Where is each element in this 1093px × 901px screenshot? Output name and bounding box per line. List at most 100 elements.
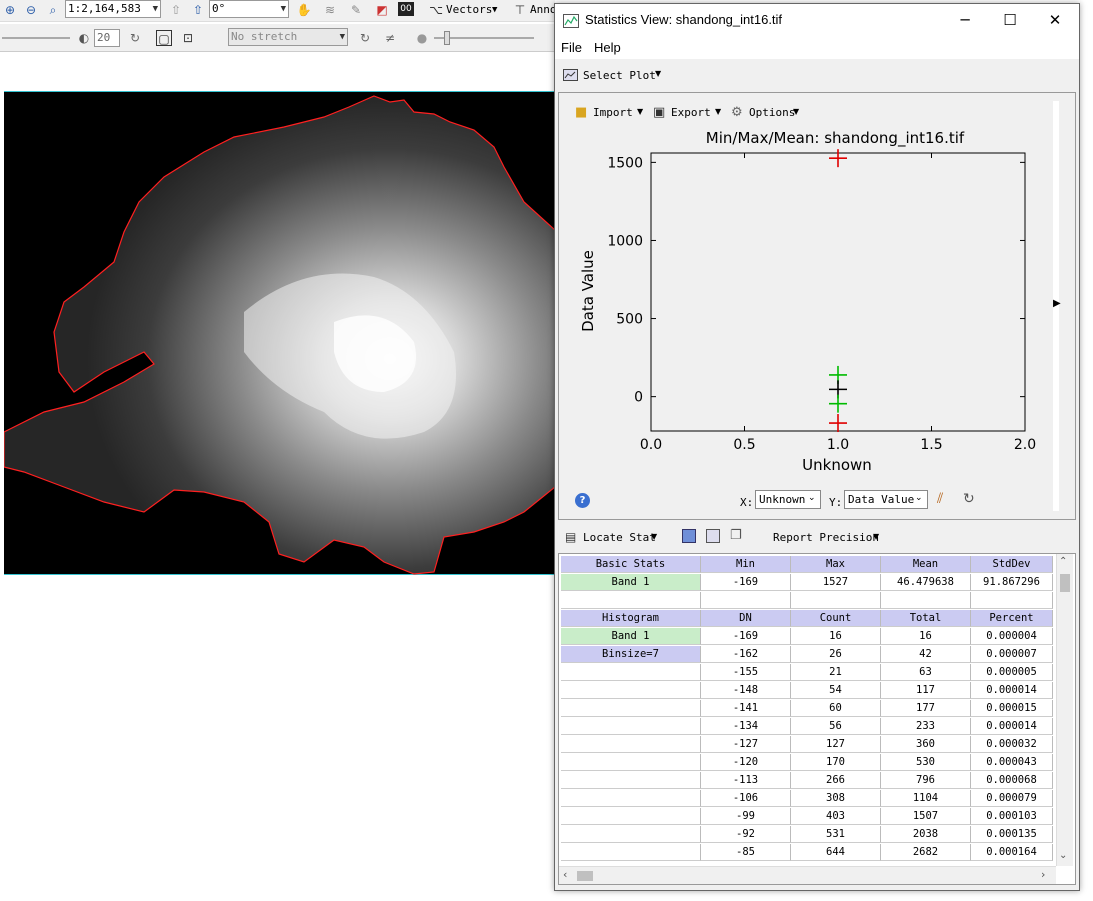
vectors-icon[interactable]: ⌥ <box>428 2 444 18</box>
binsize-label: Binsize=7 <box>561 646 701 663</box>
total-value: 530 <box>881 754 971 771</box>
scroll-left-icon[interactable]: ‹ <box>563 868 567 881</box>
menu-help[interactable]: Help <box>594 40 621 55</box>
rotation-combo[interactable]: 0° ▼ <box>209 0 289 18</box>
fly-icon[interactable]: ≋ <box>322 2 338 18</box>
image-display[interactable] <box>3 91 556 575</box>
percent-value: 0.000005 <box>971 664 1053 681</box>
zoom-out-icon[interactable]: ⊖ <box>23 2 39 18</box>
plot-icon <box>563 69 578 81</box>
brightness-slider[interactable] <box>2 37 70 39</box>
row-label <box>561 718 701 735</box>
x-axis-label: Unknown <box>802 456 872 474</box>
count-value: 403 <box>791 808 881 825</box>
percent-value: 0.000164 <box>971 844 1053 861</box>
refresh-icon[interactable]: ↻ <box>127 30 143 46</box>
help-icon[interactable]: ? <box>575 493 590 508</box>
scroll-right-icon[interactable]: › <box>1041 868 1045 881</box>
maximize-button[interactable]: ☐ <box>988 8 1032 32</box>
total-value: 42 <box>881 646 971 663</box>
empty-cell <box>701 592 791 609</box>
view-single-icon[interactable] <box>682 529 696 543</box>
roi-icon[interactable]: ◩ <box>374 2 390 18</box>
expand-arrow-icon[interactable]: ▶ <box>1053 298 1061 309</box>
rotate-left-icon[interactable]: ⇧ <box>168 2 184 18</box>
row-label <box>561 844 701 861</box>
minimize-button[interactable]: ─ <box>943 8 987 32</box>
total-value: 1104 <box>881 790 971 807</box>
close-button[interactable]: ✕ <box>1033 8 1077 32</box>
title-bar[interactable]: Statistics View: shandong_int16.tif ─ ☐ … <box>555 4 1079 37</box>
horizontal-scrollbar[interactable]: ‹ › <box>559 866 1056 884</box>
count-value: 266 <box>791 772 881 789</box>
dem-image <box>3 95 556 575</box>
vectors-menu[interactable]: Vectors <box>446 2 492 18</box>
scroll-down-icon[interactable]: ⌄ <box>1059 850 1067 861</box>
copy-icon[interactable]: ❐ <box>730 528 742 543</box>
rotate-right-icon[interactable]: ⇧ <box>190 2 206 18</box>
y-tick-label: 1000 <box>607 233 643 249</box>
percent-value: 0.000004 <box>971 628 1053 645</box>
annotations-menu[interactable]: Anno <box>530 2 557 18</box>
chevron-down-icon: ▼ <box>655 69 662 78</box>
refresh-icon[interactable]: ↻ <box>963 491 975 507</box>
secondary-toolbar: ◐ 20 ↻ ▢ ⊡ No stretch ▼ ↻ ≠ ● <box>0 24 555 52</box>
histogram-header: Count <box>791 610 881 627</box>
annotations-icon[interactable]: ⊤ <box>512 2 528 18</box>
histogram-header: Percent <box>971 610 1053 627</box>
band-label: Band 1 <box>561 574 701 591</box>
select-plot-label: Select Plot <box>583 69 656 82</box>
dn-value: -113 <box>701 772 791 789</box>
empty-cell <box>881 592 971 609</box>
count-value: 54 <box>791 682 881 699</box>
contrast-icon[interactable]: ◐ <box>76 30 92 46</box>
pan-icon[interactable]: ✋ <box>296 2 312 18</box>
count-value: 644 <box>791 844 881 861</box>
slider-thumb[interactable] <box>444 31 450 45</box>
total-value: 16 <box>881 628 971 645</box>
dn-value: -92 <box>701 826 791 843</box>
percent-value: 0.000103 <box>971 808 1053 825</box>
transparency-icon[interactable]: ● <box>414 30 430 46</box>
vertical-scrollbar[interactable]: ⌃ ⌄ <box>1056 554 1073 866</box>
scatter-plot[interactable]: Min/Max/Mean: shandong_int16.tif 0.0 0.5 1… <box>559 93 1049 483</box>
chevron-down-icon: ▼ <box>152 4 158 14</box>
data-point <box>829 394 847 413</box>
fit-icon[interactable]: ⊡ <box>180 30 196 46</box>
x-axis-select[interactable]: Unknown ⌄ <box>755 490 821 509</box>
total-value: 1507 <box>881 808 971 825</box>
value-icon[interactable]: 00 <box>398 2 414 16</box>
sharpen-icon[interactable]: ≠ <box>382 30 398 46</box>
zoom-in-icon[interactable]: ⊕ <box>2 2 18 18</box>
chevron-down-icon: ▼ <box>280 4 286 14</box>
mean-value: 46.479638 <box>881 574 971 591</box>
dn-value: -85 <box>701 844 791 861</box>
view-list-icon[interactable] <box>706 529 720 543</box>
scroll-up-icon[interactable]: ⌃ <box>1059 556 1067 567</box>
axis-scale-icon[interactable]: ⫽ <box>937 491 943 507</box>
percent-value: 0.000043 <box>971 754 1053 771</box>
basic-stats-header: Basic Stats <box>561 556 701 573</box>
basic-stats-header: Max <box>791 556 881 573</box>
menu-bar: File Help <box>555 37 1079 59</box>
scroll-thumb[interactable] <box>1060 574 1070 592</box>
zoom-fixed-icon[interactable]: ⌕ <box>45 2 61 18</box>
count-value: 56 <box>791 718 881 735</box>
menu-file[interactable]: File <box>561 40 582 55</box>
reset-stretch-icon[interactable]: ↻ <box>357 30 373 46</box>
chevron-down-icon: ▼ <box>492 5 498 15</box>
stretch-combo[interactable]: No stretch ▼ <box>228 28 348 46</box>
count-value: 308 <box>791 790 881 807</box>
chevron-down-icon: ▼ <box>339 32 345 42</box>
chart-title: Min/Max/Mean: shandong_int16.tif <box>706 129 965 148</box>
hscroll-thumb[interactable] <box>577 871 593 881</box>
pixel-locator-icon[interactable]: ✎ <box>348 2 364 18</box>
y-axis-select[interactable]: Data Value ⌄ <box>844 490 928 509</box>
full-extent-icon[interactable]: ▢ <box>156 30 172 46</box>
count-value: 60 <box>791 700 881 717</box>
zoom-value-field[interactable]: 20 <box>94 29 120 47</box>
report-precision-label: Report Precision <box>773 531 879 544</box>
row-label <box>561 700 701 717</box>
scale-combo[interactable]: 1:2,164,583 ▼ <box>65 0 161 18</box>
percent-value: 0.000079 <box>971 790 1053 807</box>
